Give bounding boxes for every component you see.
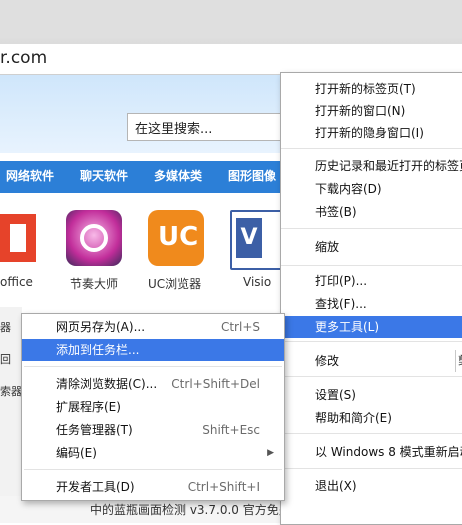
submenu-add-to-taskbar[interactable]: 添加到任务栏... xyxy=(22,339,284,361)
submenu-save-page-as[interactable]: 网页另存为(A)... Ctrl+S xyxy=(22,316,284,338)
address-bar[interactable]: r.com xyxy=(0,44,462,75)
submenu-developer-tools[interactable]: 开发者工具(D) Ctrl+Shift+I xyxy=(22,476,284,498)
submenu-arrow-icon: ▶ xyxy=(267,448,274,458)
category-network-software[interactable]: 网络软件 xyxy=(6,167,54,184)
category-graphics[interactable]: 图形图像 xyxy=(228,167,276,184)
category-chat-software[interactable]: 聊天软件 xyxy=(80,167,128,184)
menu-item-print[interactable]: 打印(P)... xyxy=(281,270,462,292)
menu-separator xyxy=(281,376,462,377)
browser-titlebar xyxy=(0,0,462,45)
left-sidebar-fragment: 器 回 索器 xyxy=(0,307,22,523)
chrome-main-menu: 打开新的标签页(T) 打开新的窗口(N) 打开新的隐身窗口(I) 历史记录和最近… xyxy=(280,72,462,525)
submenu-extensions[interactable]: 扩展程序(E) xyxy=(22,396,284,418)
menu-separator xyxy=(24,366,282,367)
category-multimedia[interactable]: 多媒体类 xyxy=(154,167,202,184)
menu-separator xyxy=(281,265,462,266)
menu-item-downloads[interactable]: 下载内容(D) xyxy=(281,178,462,200)
menu-separator xyxy=(24,469,282,470)
tab-strip xyxy=(0,0,462,38)
app-name-uc-browser[interactable]: UC浏览器 xyxy=(148,275,201,292)
left-fragment-2: 回 xyxy=(0,353,11,366)
submenu-clear-browsing-data[interactable]: 清除浏览数据(C)... Ctrl+Shift+Del xyxy=(22,373,284,395)
menu-item-zoom[interactable]: 缩放 xyxy=(281,236,462,258)
url-text: r.com xyxy=(0,48,48,68)
submenu-encoding[interactable]: 编码(E) ▶ xyxy=(22,442,284,464)
menu-separator xyxy=(281,148,462,149)
left-fragment-3: 索器 xyxy=(0,385,22,398)
menu-separator xyxy=(281,341,462,342)
menu-item-new-tab[interactable]: 打开新的标签页(T) xyxy=(281,78,462,100)
app-name-office[interactable]: office xyxy=(0,275,33,289)
menu-item-find[interactable]: 查找(F)... xyxy=(281,293,462,315)
menu-item-new-window[interactable]: 打开新的窗口(N) xyxy=(281,100,462,122)
menu-item-bookmarks[interactable]: 书签(B) xyxy=(281,201,462,223)
site-search-input[interactable]: 在这里搜索... xyxy=(127,113,289,141)
menu-item-relaunch-win8[interactable]: 以 Windows 8 模式重新启动 xyxy=(281,441,462,463)
app-name-rhythm-master[interactable]: 节奏大师 xyxy=(70,275,118,292)
download-item-text[interactable]: 中的蓝瓶画面检测 v3.7.0.0 官方免费版 xyxy=(90,501,303,518)
left-fragment-1: 器 xyxy=(0,321,11,334)
more-tools-submenu: 网页另存为(A)... Ctrl+S 添加到任务栏... 清除浏览数据(C)...… xyxy=(21,313,285,501)
office-icon[interactable] xyxy=(0,210,56,266)
menu-separator xyxy=(281,433,462,434)
uc-browser-icon[interactable]: UC xyxy=(148,210,204,266)
app-name-visio[interactable]: Visio xyxy=(243,275,271,289)
menu-item-new-incognito[interactable]: 打开新的隐身窗口(I) xyxy=(281,122,462,144)
menu-item-help[interactable]: 帮助和简介(E) xyxy=(281,407,462,429)
menu-item-more-tools[interactable]: 更多工具(L) xyxy=(281,316,462,338)
menu-item-settings[interactable]: 设置(S) xyxy=(281,384,462,406)
menu-separator xyxy=(281,228,462,229)
menu-item-history[interactable]: 历史记录和最近打开的标签页 xyxy=(281,155,462,177)
submenu-task-manager[interactable]: 任务管理器(T) Shift+Esc xyxy=(22,419,284,441)
rhythm-master-icon[interactable] xyxy=(66,210,122,266)
menu-separator xyxy=(281,468,462,469)
search-placeholder: 在这里搜索... xyxy=(135,122,213,137)
edit-cut-button[interactable]: 剪 xyxy=(455,350,462,372)
menu-item-edit[interactable]: 修改 剪 xyxy=(281,350,462,372)
menu-item-exit[interactable]: 退出(X) xyxy=(281,475,462,497)
